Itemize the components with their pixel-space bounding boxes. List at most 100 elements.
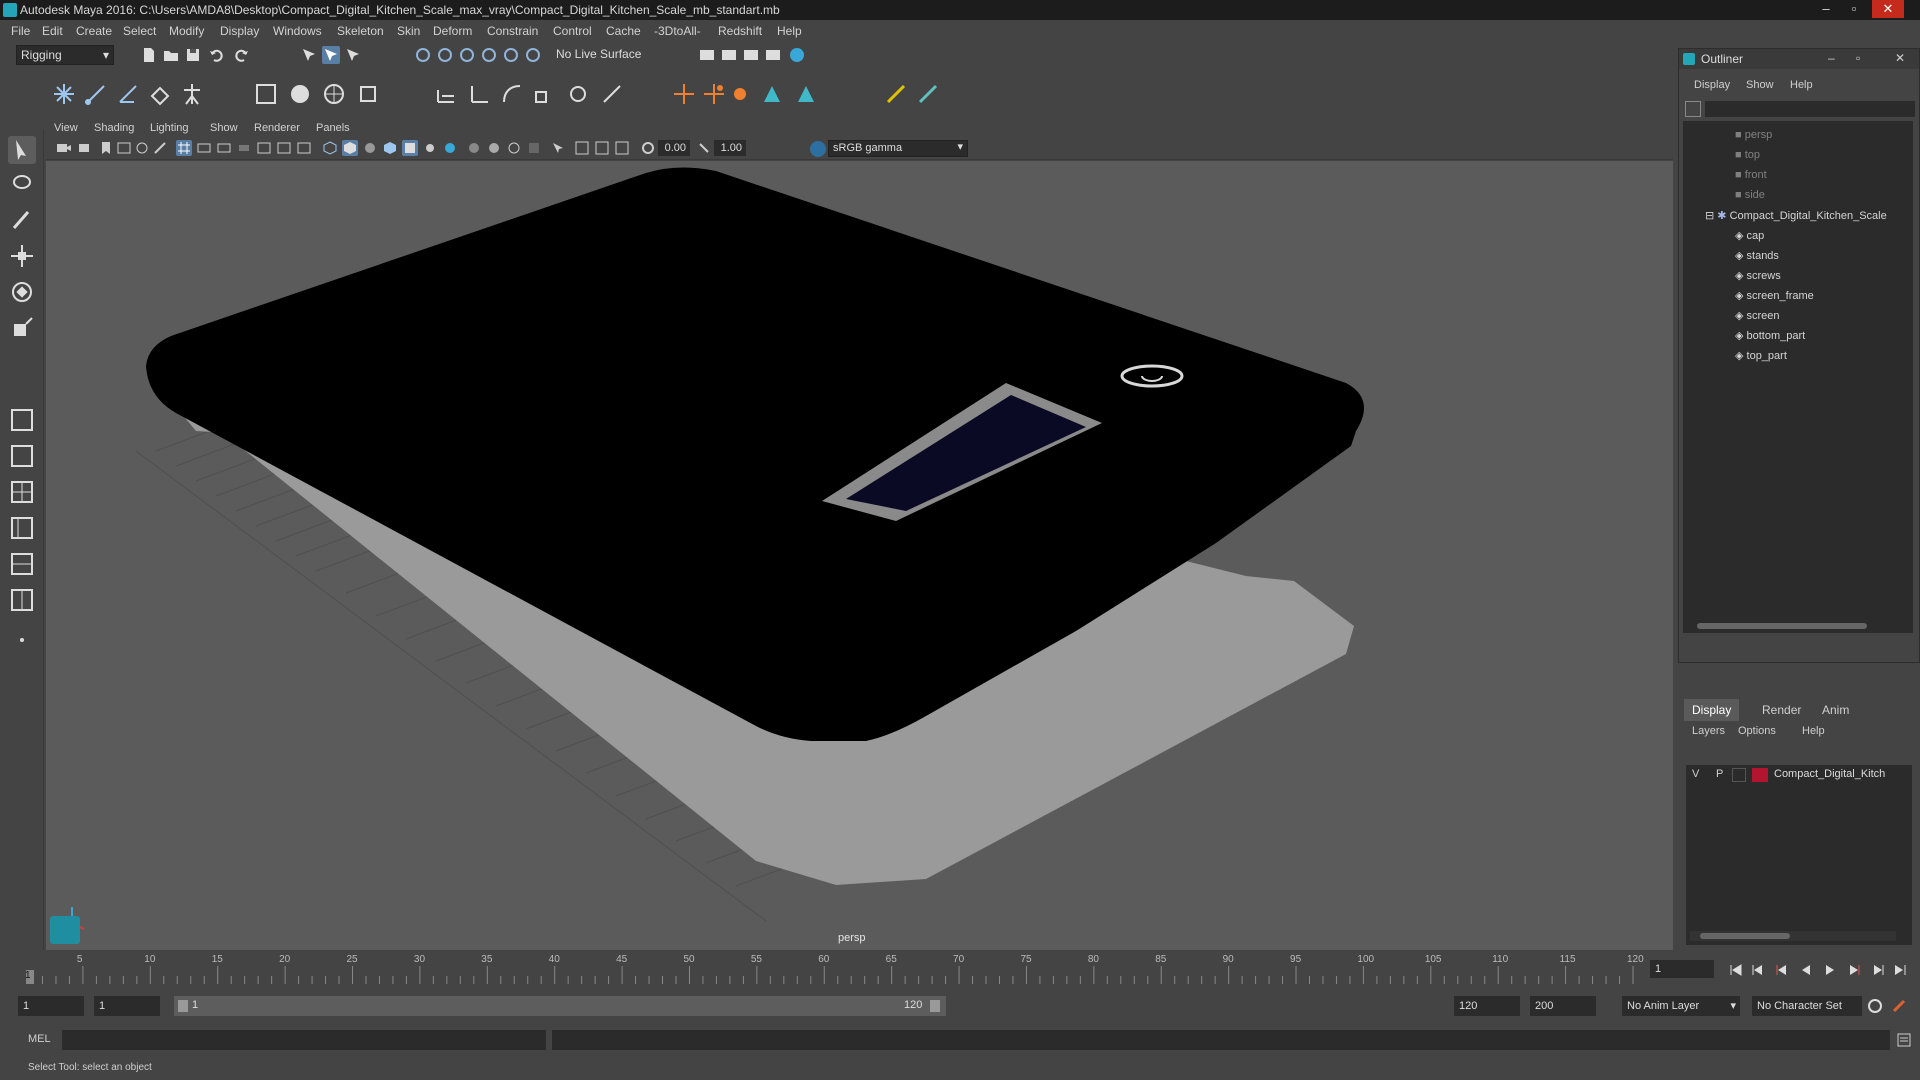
outliner-item-screen-frame[interactable]: ◈ screen_frame bbox=[1735, 289, 1814, 307]
time-slider[interactable]: 1 5 10 15 20 25 30 35 40 45 50 55 60 65 70 75 80 85 90 95 1… bbox=[0, 950, 1920, 986]
animation-preferences-icon[interactable] bbox=[1890, 997, 1908, 1015]
xray-joints-icon[interactable] bbox=[614, 140, 630, 156]
open-scene-icon[interactable] bbox=[162, 46, 180, 64]
shadows-icon[interactable] bbox=[442, 140, 458, 156]
parent-constraint-icon[interactable] bbox=[434, 82, 458, 106]
tab-display-layers[interactable]: Display bbox=[1684, 699, 1740, 721]
menu-modify[interactable]: Modify bbox=[169, 24, 204, 38]
last-tool-icon[interactable] bbox=[8, 406, 36, 434]
layer-menu-layers[interactable]: Layers bbox=[1692, 725, 1725, 737]
screen-space-ao-icon[interactable] bbox=[466, 140, 482, 156]
menu-file[interactable]: File bbox=[11, 24, 30, 38]
bookmark-icon[interactable] bbox=[98, 140, 114, 156]
auto-key-icon[interactable] bbox=[1866, 997, 1884, 1015]
grid-toggle-icon[interactable] bbox=[176, 140, 192, 156]
step-back-key-icon[interactable] bbox=[1750, 962, 1766, 978]
two-d-pan-icon[interactable] bbox=[134, 140, 150, 156]
character-set-dropdown[interactable]: No Character Set bbox=[1752, 996, 1862, 1016]
textured-icon[interactable] bbox=[402, 140, 418, 156]
menu-constrain[interactable]: Constrain bbox=[487, 24, 538, 38]
tab-anim-layers[interactable]: Anim bbox=[1814, 699, 1857, 721]
scale-tool-icon[interactable] bbox=[8, 314, 36, 342]
isolate-select-icon[interactable] bbox=[550, 140, 566, 156]
layer-menu-help[interactable]: Help bbox=[1802, 725, 1825, 737]
resolution-gate-icon[interactable] bbox=[216, 140, 232, 156]
menu-skeleton[interactable]: Skeleton bbox=[337, 24, 384, 38]
tab-render-layers[interactable]: Render bbox=[1754, 699, 1809, 721]
humanik-icon[interactable] bbox=[180, 82, 204, 106]
orient-constraint-icon[interactable] bbox=[500, 82, 524, 106]
set-driven-key-icon[interactable] bbox=[702, 82, 726, 106]
step-forward-frame-icon[interactable] bbox=[1846, 962, 1862, 978]
scrollbar-thumb[interactable] bbox=[1697, 623, 1867, 629]
layer-menu-options[interactable]: Options bbox=[1738, 725, 1776, 737]
bind-skin-icon[interactable] bbox=[254, 82, 278, 106]
maximize-button[interactable]: ▫ bbox=[1842, 0, 1866, 18]
select-hierarchy-icon[interactable] bbox=[300, 46, 318, 64]
paint-effects-icon[interactable] bbox=[916, 82, 940, 106]
go-to-start-icon[interactable] bbox=[1728, 962, 1744, 978]
outliner-item-top-part[interactable]: ◈ top_part bbox=[1735, 349, 1787, 367]
menu-help[interactable]: Help bbox=[777, 24, 802, 38]
render-view-icon[interactable] bbox=[698, 46, 716, 64]
scrollbar-thumb[interactable] bbox=[1700, 933, 1790, 939]
select-object-icon[interactable] bbox=[322, 46, 340, 64]
menu-windows[interactable]: Windows bbox=[273, 24, 322, 38]
rotate-tool-icon[interactable] bbox=[8, 278, 36, 306]
hik-controls-icon[interactable] bbox=[794, 82, 818, 106]
insert-joint-icon[interactable] bbox=[148, 82, 172, 106]
depth-of-field-icon[interactable] bbox=[526, 140, 542, 156]
redo-icon[interactable] bbox=[232, 46, 250, 64]
menu-select[interactable]: Select bbox=[123, 24, 156, 38]
camera-select-icon[interactable] bbox=[56, 140, 72, 156]
wireframe-on-shaded-icon[interactable] bbox=[382, 140, 398, 156]
panel-menu-renderer[interactable]: Renderer bbox=[254, 122, 300, 134]
playback-end-field[interactable]: 120 bbox=[1454, 996, 1520, 1016]
minimize-button[interactable]: – bbox=[1814, 0, 1838, 18]
outliner-item-top[interactable]: ■ top bbox=[1735, 149, 1760, 167]
layer-name[interactable]: Compact_Digital_Kitch bbox=[1774, 768, 1885, 780]
layer-color-swatch[interactable] bbox=[1752, 768, 1768, 782]
outliner-close-button[interactable]: ✕ bbox=[1895, 51, 1905, 65]
playback-start-field[interactable]: 1 bbox=[94, 996, 160, 1016]
gate-mask-icon[interactable] bbox=[236, 140, 252, 156]
menu-edit[interactable]: Edit bbox=[42, 24, 63, 38]
layer-visibility-toggle[interactable]: V bbox=[1692, 768, 1699, 780]
outliner-menu-display[interactable]: Display bbox=[1694, 79, 1730, 91]
outliner-item-group[interactable]: ⊟ ✱ Compact_Digital_Kitchen_Scale bbox=[1705, 209, 1887, 227]
layer-playback-toggle[interactable]: P bbox=[1716, 768, 1723, 780]
outliner-item-side[interactable]: ■ side bbox=[1735, 189, 1765, 207]
outliner-minimize-button[interactable]: – bbox=[1828, 51, 1835, 65]
image-plane-icon[interactable] bbox=[116, 140, 132, 156]
point-constraint-icon[interactable] bbox=[468, 82, 492, 106]
script-editor-icon[interactable] bbox=[1896, 1032, 1912, 1048]
panel-menu-view[interactable]: View bbox=[54, 122, 78, 134]
outliner-item-cap[interactable]: ◈ cap bbox=[1735, 229, 1764, 247]
color-management-icon[interactable] bbox=[810, 141, 826, 157]
lasso-tool-icon[interactable] bbox=[8, 170, 36, 198]
menu-create[interactable]: Create bbox=[76, 24, 112, 38]
current-frame-field[interactable]: 1 bbox=[1650, 960, 1714, 978]
outliner-maximize-button[interactable]: ▫ bbox=[1856, 51, 1860, 65]
outliner-menu-help[interactable]: Help bbox=[1790, 79, 1813, 91]
cluster-icon[interactable] bbox=[356, 82, 380, 106]
snap-plane-icon[interactable] bbox=[480, 46, 498, 64]
menu-display[interactable]: Display bbox=[220, 24, 259, 38]
menu-skin[interactable]: Skin bbox=[397, 24, 420, 38]
play-forward-icon[interactable] bbox=[1822, 962, 1838, 978]
snap-surface-icon[interactable] bbox=[502, 46, 520, 64]
freeze-transform-icon[interactable] bbox=[884, 82, 908, 106]
panel-menu-show[interactable]: Show bbox=[210, 122, 238, 134]
snap-curve-icon[interactable] bbox=[436, 46, 454, 64]
four-view-layout-icon[interactable] bbox=[8, 478, 36, 506]
aim-constraint-icon[interactable] bbox=[566, 82, 590, 106]
exposure-field[interactable]: 0.00 bbox=[658, 140, 690, 156]
outliner-horizontal-scrollbar[interactable] bbox=[1691, 621, 1899, 631]
wireframe-icon[interactable] bbox=[322, 140, 338, 156]
exposure-icon[interactable] bbox=[640, 140, 656, 156]
pole-vector-icon[interactable] bbox=[600, 82, 624, 106]
outliner-item-persp[interactable]: ■ persp bbox=[1735, 129, 1772, 147]
step-forward-key-icon[interactable] bbox=[1870, 962, 1886, 978]
select-tool-icon[interactable] bbox=[8, 136, 36, 164]
joint-tool-icon[interactable] bbox=[52, 82, 76, 106]
